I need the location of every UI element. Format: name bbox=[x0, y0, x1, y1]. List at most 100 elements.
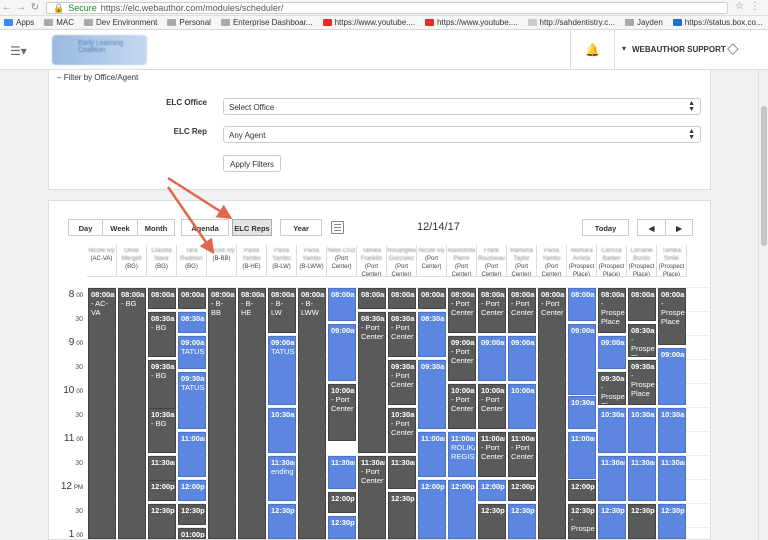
bookmark-item[interactable]: http://sahdentistry.c... bbox=[527, 18, 615, 27]
blocked-event[interactable]: 11:00amBlocked - Port Center bbox=[478, 432, 506, 477]
blocked-event[interactable]: 08:00amBlocked - Port Center bbox=[448, 288, 476, 333]
reload-icon[interactable]: ↻ bbox=[28, 2, 42, 13]
blocked-event[interactable]: 12:00pmBlocked bbox=[148, 480, 176, 501]
view-year-button[interactable]: Year bbox=[280, 219, 322, 236]
appointment-event[interactable]: 10:30amApp: bbox=[268, 408, 296, 453]
appointment-event[interactable]: 10:30amApp: bbox=[658, 408, 686, 453]
blocked-event[interactable]: 08:00amBlocked - BG bbox=[118, 288, 146, 539]
forward-icon[interactable]: → bbox=[14, 2, 28, 13]
blocked-event[interactable]: 12:00pmBlocked bbox=[328, 492, 356, 513]
prev-button[interactable]: ◀ bbox=[637, 219, 666, 236]
blocked-event[interactable]: 08:00amBlocked - Prospect Place bbox=[598, 288, 626, 333]
rep-select[interactable]: Any Agent ▲ ▼ bbox=[223, 126, 701, 143]
appointment-event[interactable]: 10:00amApp: bbox=[508, 384, 536, 429]
blocked-event[interactable]: 08:30amBlocked - BG bbox=[148, 312, 176, 357]
blocked-event[interactable]: 08:00amBlocked - B-HE bbox=[238, 288, 266, 539]
appointment-event[interactable]: 08:00amApp: bbox=[328, 288, 356, 321]
appointment-event[interactable]: 10:30amApp: bbox=[628, 408, 656, 453]
blocked-event[interactable]: 12:00pmBlocked bbox=[568, 480, 596, 501]
appointment-event[interactable]: 09:00amApp: bbox=[508, 336, 536, 381]
blocked-event[interactable]: 08:30amBlocked - Port Center bbox=[388, 312, 416, 357]
bookmark-item[interactable]: https://www.youtube.... bbox=[322, 18, 415, 27]
blocked-event[interactable]: 09:00amBlocked - Port Center bbox=[448, 336, 476, 381]
blocked-event[interactable]: 12:30pmBlocked bbox=[388, 492, 416, 539]
view-agenda-button[interactable]: Agenda bbox=[181, 219, 229, 236]
blocked-event[interactable]: 08:00amBlocked bbox=[388, 288, 416, 309]
calendar-grid-icon[interactable] bbox=[331, 221, 344, 234]
hamburger-menu-icon[interactable]: ☰▾ bbox=[10, 44, 27, 58]
appointment-event[interactable]: 12:00pmWalkin bbox=[178, 480, 206, 501]
back-icon[interactable]: ← bbox=[0, 2, 14, 13]
appointment-event[interactable]: 12:00pmApp: bbox=[448, 480, 476, 539]
appointment-event[interactable]: 08:30amWa bbox=[178, 312, 206, 333]
chevron-down-icon[interactable]: ▾ bbox=[622, 44, 626, 53]
blocked-event[interactable]: 08:00amBlocked - Port Center bbox=[478, 288, 506, 333]
appointment-event[interactable]: 10:30amApp: bbox=[568, 396, 596, 429]
appointment-event[interactable]: 12:30pmApp: bbox=[598, 504, 626, 539]
filter-title[interactable]: – Filter by Office/Agent bbox=[57, 73, 138, 82]
blocked-event[interactable]: 08:00amBlocked bbox=[628, 288, 656, 321]
appointment-event[interactable]: 12:30pmApp: bbox=[508, 504, 536, 539]
blocked-event[interactable]: 08:00amBlocked bbox=[148, 288, 176, 309]
blocked-event[interactable]: 11:30amBlocked - Port Center bbox=[358, 456, 386, 539]
appointment-event[interactable]: 12:00pmApp: bbox=[418, 480, 446, 539]
appointment-event[interactable]: 11:00amApp: ROLIKA REGIST bbox=[448, 432, 476, 477]
blocked-event[interactable]: 12:30pmBlocked bbox=[628, 504, 656, 539]
appointment-event[interactable]: 08:00amApp: bbox=[568, 288, 596, 321]
appointment-event[interactable]: 09:30amApp: TATUS: bbox=[178, 372, 206, 429]
view-elc-reps-button[interactable]: ELC Reps bbox=[232, 219, 272, 236]
scrollbar-thumb[interactable] bbox=[761, 106, 767, 246]
bookmark-item[interactable]: https://status.box.co... bbox=[672, 18, 763, 27]
blocked-event[interactable]: 08:00amBlocked - AC-VA bbox=[88, 288, 116, 539]
appointment-event[interactable]: 11:30amApp: bbox=[598, 456, 626, 501]
appointment-event[interactable]: 11:30amTATUS: ending bbox=[268, 456, 296, 501]
blocked-event[interactable]: 08:00amBlocked - B-BB bbox=[208, 288, 236, 539]
office-select[interactable]: Select Office ▲ ▼ bbox=[223, 98, 701, 115]
blocked-event[interactable]: 08:00amRe bbox=[418, 288, 446, 309]
blocked-event[interactable]: 08:00amBlocked bbox=[178, 288, 206, 309]
blocked-event[interactable]: 08:00amBlocked - Port Center bbox=[538, 288, 566, 539]
blocked-event[interactable]: 08:00amBlocked - Prospect Place bbox=[658, 288, 686, 345]
blocked-event[interactable]: 10:00amBlocked - Port Center bbox=[328, 384, 356, 441]
blocked-event[interactable]: 09:30amBlocked - Prospect Place bbox=[598, 372, 626, 405]
view-day-button[interactable]: Day bbox=[68, 219, 103, 236]
blocked-event[interactable]: 10:30amBlocked - BG bbox=[148, 408, 176, 453]
blocked-event[interactable]: 08:00amBlocked - B-LWW bbox=[298, 288, 326, 539]
blocked-event[interactable]: 12:30pmBlocked bbox=[478, 504, 506, 539]
apply-filters-button[interactable]: Apply Filters bbox=[223, 155, 281, 172]
view-week-button[interactable]: Week bbox=[102, 219, 138, 236]
blocked-event[interactable]: 10:30amBlocked - Port Center bbox=[388, 408, 416, 453]
next-button[interactable]: ▶ bbox=[665, 219, 693, 236]
appointment-event[interactable]: 09:00amApp: TATUS: bbox=[268, 336, 296, 405]
bookmark-item[interactable]: Jayden bbox=[624, 18, 663, 27]
address-bar[interactable]: 🔒 Secure https://elc.webauthor.com/modul… bbox=[46, 2, 728, 14]
blocked-event[interactable]: 09:30amBlocked - Prospect Place bbox=[628, 360, 656, 405]
appointment-event[interactable]: 09:00amApp: bbox=[328, 324, 356, 381]
browser-menu-icon[interactable]: ⋮ bbox=[750, 1, 760, 12]
bookmark-item[interactable]: Personal bbox=[167, 18, 211, 27]
appointment-event[interactable]: 09:00amApp: bbox=[568, 324, 596, 395]
user-menu-label[interactable]: WEBAUTHOR SUPPORT bbox=[632, 45, 726, 54]
blocked-event[interactable]: 08:30amBlocked - Prospect Place bbox=[628, 324, 656, 357]
appointment-event[interactable]: 11:30amApp: bbox=[658, 456, 686, 501]
blocked-event[interactable]: 12:30pmBlocked - Prospect bbox=[568, 504, 596, 539]
bookmark-item[interactable]: Enterprise Dashboar... bbox=[220, 18, 313, 27]
blocked-event[interactable]: 12:00pmBlocked bbox=[508, 480, 536, 501]
view-month-button[interactable]: Month bbox=[137, 219, 175, 236]
blocked-event[interactable]: 08:30amBlocked - Port Center bbox=[358, 312, 386, 453]
appointment-event[interactable]: 10:30amEugene bbox=[598, 408, 626, 453]
blocked-event[interactable]: 10:00amBlocked - Port Center bbox=[448, 384, 476, 429]
blocked-event[interactable]: 01:00pmBlocked bbox=[178, 528, 206, 539]
bell-icon[interactable]: 🔔 bbox=[585, 43, 600, 57]
blocked-event[interactable]: 08:00amBlocked bbox=[358, 288, 386, 309]
blocked-event[interactable]: 12:30pmBlocked bbox=[148, 504, 176, 539]
blocked-event[interactable]: 08:00amBlocked - Port Center bbox=[508, 288, 536, 333]
appointment-event[interactable]: 11:30amApp: bbox=[628, 456, 656, 501]
blocked-event[interactable]: 09:30amBlocked - Port Center bbox=[388, 360, 416, 405]
blocked-event[interactable]: 11:00amBlocked - Port Center bbox=[508, 432, 536, 477]
bookmark-item[interactable]: MAC bbox=[44, 18, 74, 27]
blocked-event[interactable]: 08:00amBlocked - B-LW bbox=[268, 288, 296, 333]
appointment-event[interactable]: 11:00amApp: bbox=[418, 432, 446, 477]
appointment-event[interactable]: 12:30pmApp: bbox=[328, 516, 356, 539]
appointment-event[interactable]: 09:00amApp: TATUS: bbox=[178, 336, 206, 369]
